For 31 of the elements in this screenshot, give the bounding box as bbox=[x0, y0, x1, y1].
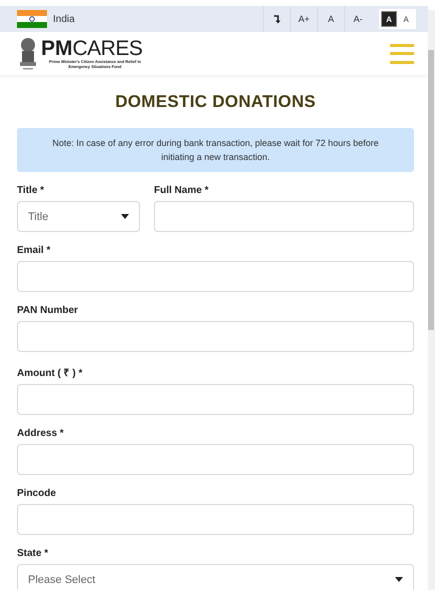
logo-text: PMCARES bbox=[41, 37, 142, 60]
field-label: Pincode bbox=[17, 488, 57, 499]
emblem-icon bbox=[18, 36, 38, 70]
field-label: Address * bbox=[17, 428, 65, 439]
input-field[interactable] bbox=[17, 261, 414, 292]
font-size-button[interactable]: A+ bbox=[290, 6, 317, 32]
arrow-icon bbox=[272, 14, 282, 24]
country-label: India bbox=[53, 14, 75, 24]
page-title: DOMESTIC DONATIONS bbox=[114, 92, 317, 112]
select-field[interactable]: Please Select bbox=[17, 564, 414, 590]
field-label: State * bbox=[17, 548, 50, 559]
caret-icon bbox=[121, 214, 129, 219]
input-field[interactable] bbox=[154, 201, 414, 232]
input-field[interactable] bbox=[17, 321, 414, 352]
note-message: Note: In case of any error during bank transaction, please wait for 72 hours before initiating a new transaction. bbox=[17, 128, 414, 172]
font-size-button[interactable]: A bbox=[317, 6, 344, 32]
field-label: Title * bbox=[17, 185, 46, 196]
input-field[interactable] bbox=[17, 444, 414, 475]
field-label: Full Name * bbox=[154, 185, 210, 196]
flag-icon bbox=[17, 10, 47, 28]
field-label: Email * bbox=[17, 245, 52, 256]
input-field[interactable] bbox=[17, 384, 414, 415]
contrast-button[interactable]: A bbox=[382, 12, 396, 26]
input-field[interactable] bbox=[17, 504, 414, 535]
field-label: PAN Number bbox=[17, 305, 79, 316]
field-label: Amount ( ₹ ) * bbox=[17, 367, 84, 379]
select-field[interactable]: Title bbox=[17, 201, 140, 232]
font-size-button[interactable]: A- bbox=[344, 6, 371, 32]
scrollbar[interactable] bbox=[428, 10, 435, 590]
caret-icon bbox=[395, 577, 403, 582]
menu-icon[interactable] bbox=[390, 44, 414, 64]
